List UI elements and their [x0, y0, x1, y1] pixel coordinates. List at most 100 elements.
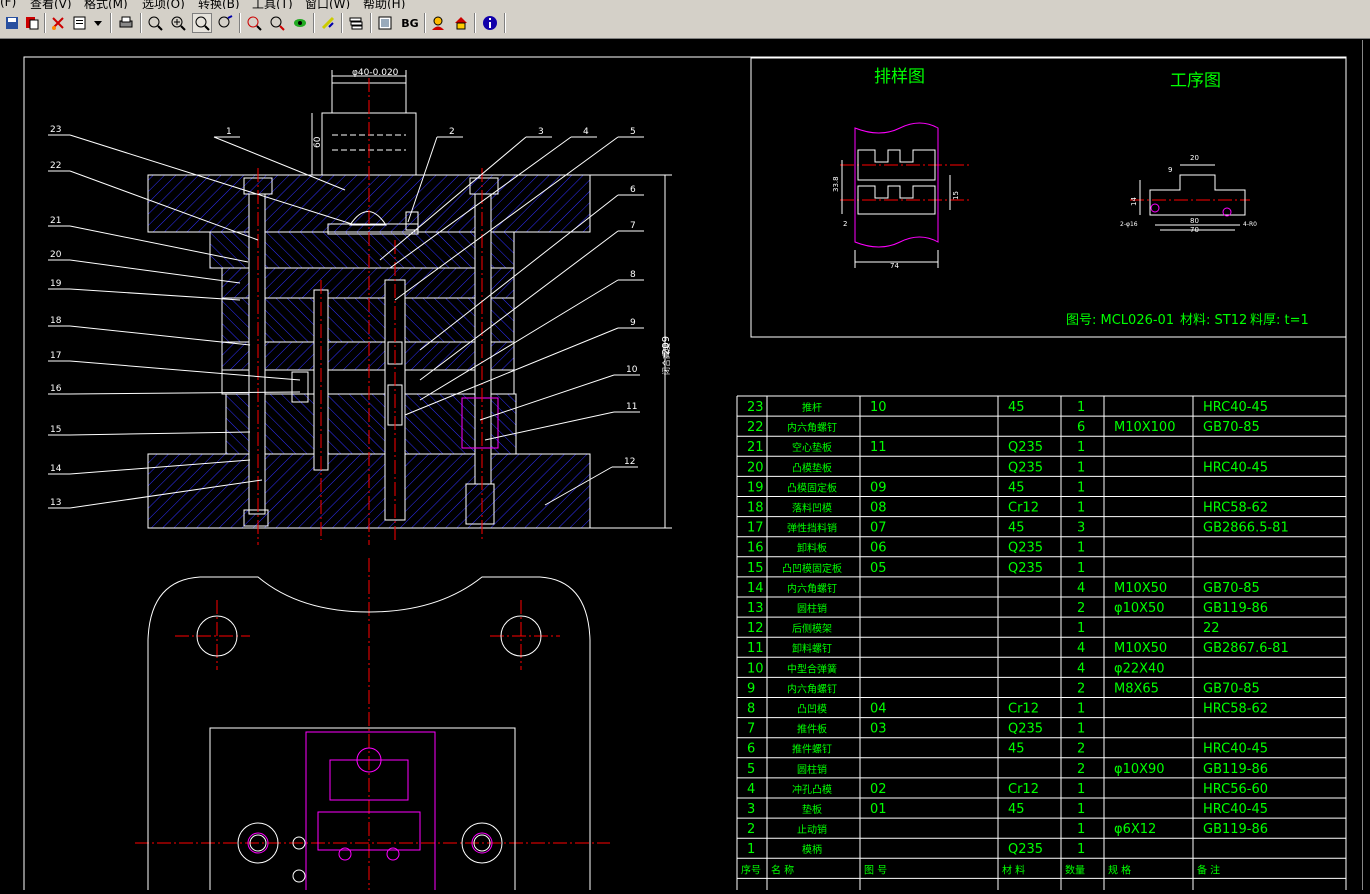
bom-cell-remark: GB119-86 [1203, 762, 1268, 777]
info-icon[interactable] [480, 13, 500, 33]
pan-icon[interactable] [215, 13, 235, 33]
drawing-number: 图号: MCL026-01 [1066, 313, 1174, 328]
zoom-realtime-icon[interactable] [267, 13, 287, 33]
bom-cell-remark: GB70-85 [1203, 581, 1260, 596]
menu-item[interactable]: 工具(T) [252, 0, 293, 9]
callout-right: 12 [624, 457, 635, 467]
bom-cell-qty: 4 [1077, 581, 1085, 596]
callout-left: 17 [50, 351, 61, 361]
bom-cell-qty: 2 [1077, 762, 1085, 777]
bom-cell-mat: 45 [1008, 480, 1025, 495]
display-icon[interactable] [375, 13, 395, 33]
callout-left: 22 [50, 161, 61, 171]
menu-item[interactable]: 帮助(H) [363, 0, 405, 9]
callouts-left: 23 22 21 20 19 18 17 16 15 14 13 [50, 125, 62, 508]
bom-cell-no: 17 [747, 521, 764, 536]
bom-cell-code: 03 [870, 722, 887, 737]
bom-cell-no: 19 [747, 480, 764, 495]
bom-cell-mat: Q235 [1008, 842, 1043, 857]
background-color-button[interactable]: BG [398, 13, 422, 33]
strip-parts [841, 149, 951, 268]
bom-cell-no: 7 [747, 722, 755, 737]
bom-cell-no: 2 [747, 822, 755, 837]
callout-right: 5 [630, 127, 636, 137]
layers-icon[interactable] [22, 13, 42, 33]
process-dim-holes: 2-φ16 [1120, 221, 1138, 228]
bom-cell-name: 模柄 [802, 843, 822, 856]
bom-cell-code: 02 [870, 782, 887, 797]
callout-left: 19 [50, 279, 62, 289]
bom-cell-qty: 1 [1077, 621, 1085, 636]
cut-icon[interactable] [48, 13, 68, 33]
bom-cell-qty: 3 [1077, 521, 1085, 536]
bom-cell-no: 5 [747, 762, 755, 777]
bom-cell-no: 12 [747, 621, 764, 636]
view-icon[interactable] [290, 13, 310, 33]
bom-cell-no: 11 [747, 641, 764, 656]
bom-cell-qty: 1 [1077, 822, 1085, 837]
zoom-window-icon[interactable] [192, 13, 212, 33]
callout-left: 15 [50, 425, 61, 435]
regen-icon[interactable] [318, 13, 338, 33]
callout-right: 7 [630, 221, 636, 231]
bom-cell-no: 21 [747, 440, 764, 455]
bom-cell-spec: M10X100 [1114, 420, 1175, 435]
callout-right: 11 [626, 402, 637, 412]
strip-dim-width: 33.8 [832, 176, 840, 192]
user-icon[interactable] [428, 13, 448, 33]
menu-item[interactable]: (F) [0, 0, 16, 9]
bom-cell-spec: φ10X90 [1114, 762, 1165, 777]
menu-item[interactable]: 查看(V) [30, 0, 72, 9]
bom-cell-qty: 1 [1077, 802, 1085, 817]
bom-cell-name: 止动销 [797, 823, 827, 836]
bom-cell-name: 凸模垫板 [792, 461, 832, 474]
bom-cell-qty: 1 [1077, 702, 1085, 717]
zoom-out-icon[interactable] [145, 13, 165, 33]
zoom-in-icon[interactable] [168, 13, 188, 33]
bom-cell-no: 8 [747, 702, 755, 717]
bom-cell-qty: 1 [1077, 460, 1085, 475]
save-icon[interactable] [2, 13, 22, 33]
menu-item[interactable]: 窗口(W) [305, 0, 350, 9]
bom-cell-remark: HRC58-62 [1203, 702, 1268, 717]
bom-cell-qty: 4 [1077, 641, 1085, 656]
dim-shank-diameter: φ40-0.020 [352, 68, 399, 78]
menu-item[interactable]: 格式(M) [84, 0, 128, 9]
process-dim-radius: 4-R0 [1243, 221, 1257, 228]
bom-header-spec: 规 格 [1108, 863, 1131, 876]
home-icon[interactable] [451, 13, 471, 33]
print-icon[interactable] [116, 13, 136, 33]
callout-left: 20 [50, 250, 62, 260]
bom-cell-code: 08 [870, 501, 887, 516]
layer-manager-icon[interactable] [346, 13, 366, 33]
bom-cell-mat: 45 [1008, 521, 1025, 536]
bom-cell-mat: Q235 [1008, 541, 1043, 556]
cad-drawing: φ40-0.020 60 209 闭合高度 232221201918171615… [23, 56, 1347, 894]
bom-header-qty: 数量 [1065, 863, 1085, 876]
print-preview-icon[interactable] [70, 13, 90, 33]
bom-cell-remark: HRC40-45 [1203, 400, 1268, 415]
toolbar: BG [0, 9, 1370, 39]
drawing-canvas[interactable]: φ40-0.020 60 209 闭合高度 23 22 21 20 19 18 17 16 15… [0, 40, 1370, 894]
menu-item[interactable]: 转换(B) [198, 0, 240, 9]
chevron-down-icon[interactable] [92, 13, 104, 33]
bom-cell-remark: GB70-85 [1203, 420, 1260, 435]
bom-cell-code: 11 [870, 440, 887, 455]
bom-cell-remark: HRC56-60 [1203, 782, 1268, 797]
bom-cell-no: 4 [747, 782, 755, 797]
bom-cell-qty: 1 [1077, 561, 1085, 576]
bom-cell-mat: 45 [1008, 802, 1025, 817]
bom-cell-spec: M10X50 [1114, 641, 1167, 656]
bom-cell-remark: HRC40-45 [1203, 802, 1268, 817]
vertical-scrollbar[interactable] [1362, 40, 1370, 890]
bom-cell-mat: Q235 [1008, 460, 1043, 475]
menu-item[interactable]: 选项(O) [142, 0, 185, 9]
bom-cell-qty: 1 [1077, 541, 1085, 556]
strip-layout-title: 排样图 [874, 67, 925, 87]
bom-cell-qty: 1 [1077, 782, 1085, 797]
strip-dim-2: 2 [843, 220, 847, 228]
bom-header-no: 序号 [741, 863, 761, 876]
callout-left: 13 [50, 498, 61, 508]
zoom-previous-icon[interactable] [244, 13, 264, 33]
bom-cell-mat: Cr12 [1008, 501, 1039, 516]
